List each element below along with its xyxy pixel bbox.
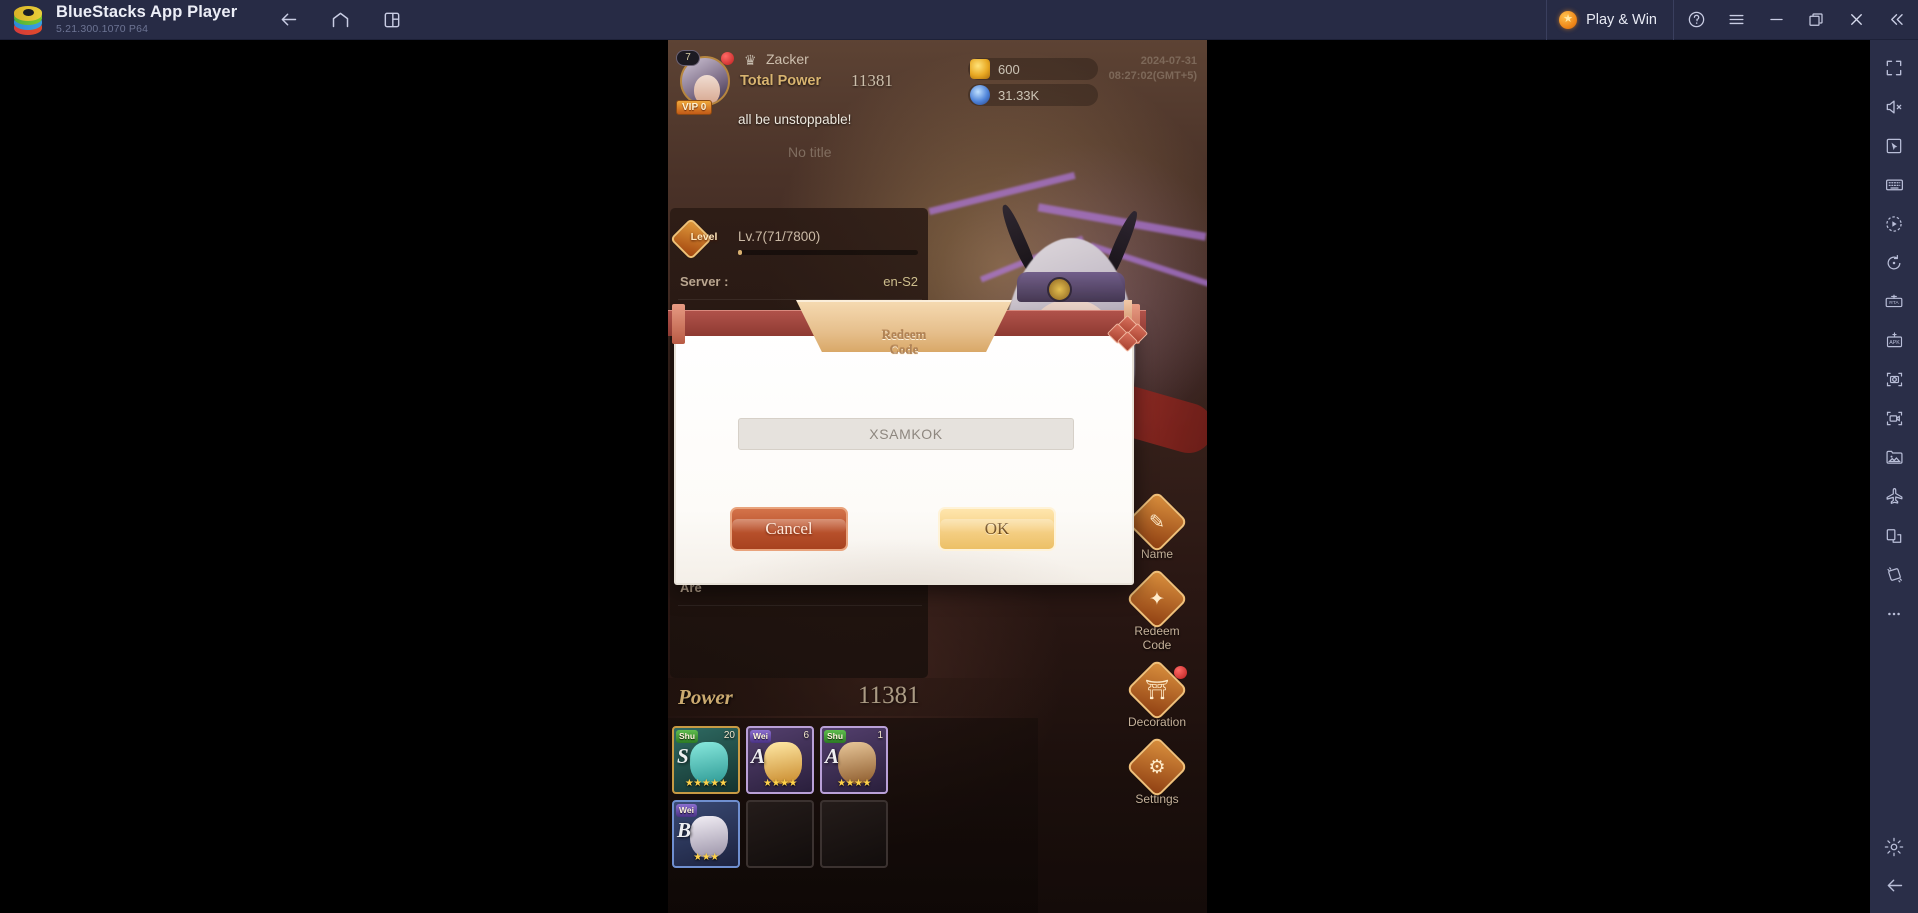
- minimize-icon: [1769, 18, 1783, 21]
- notification-dot: [1174, 666, 1187, 679]
- chevrons-left-icon: [1890, 14, 1903, 25]
- hero-stars: ★★★: [693, 852, 719, 863]
- sidebar-item-more-options[interactable]: [1874, 594, 1914, 633]
- restore-icon: [1809, 12, 1823, 26]
- arrow-left-icon: [281, 13, 296, 26]
- sidebar-item-screenshot[interactable]: [1874, 360, 1914, 399]
- cancel-button[interactable]: Cancel: [730, 507, 848, 551]
- hero-grade: A: [751, 744, 766, 768]
- hero-stars: ★★★★★: [684, 778, 728, 789]
- svg-text:RTA: RTA: [1889, 300, 1899, 306]
- bluestacks-window: BlueStacks App Player 5.21.300.1070 P64: [0, 0, 1918, 913]
- sidebar-item-install-apk[interactable]: APK: [1874, 321, 1914, 360]
- sidebar-item-back[interactable]: [1874, 866, 1914, 905]
- hero-level: 20: [723, 730, 735, 741]
- ok-button[interactable]: OK: [938, 507, 1056, 551]
- hamburger-icon: [1728, 14, 1744, 25]
- hero-level: 1: [877, 730, 883, 741]
- app-version: 5.21.300.1070 P64: [56, 22, 149, 35]
- svg-text:APK: APK: [1889, 340, 1900, 346]
- multi-window-icon: [1886, 528, 1902, 543]
- keyboard-icon: [1885, 179, 1903, 191]
- sidebar-item-macro-recorder[interactable]: [1874, 204, 1914, 243]
- level-badge-label: Level: [690, 231, 718, 243]
- sidebar-item-multi-instance[interactable]: [1874, 516, 1914, 555]
- title-bar: BlueStacks App Player 5.21.300.1070 P64: [0, 0, 1918, 40]
- hero-grade: B: [677, 818, 692, 842]
- maximize-button[interactable]: [1796, 0, 1836, 40]
- close-button[interactable]: [1836, 0, 1876, 40]
- apk-icon: APK: [1886, 332, 1902, 348]
- redeem-code-dialog: Redeem Code XSAMKOK Cancel OK: [668, 300, 1149, 585]
- macro-play-icon: [1886, 215, 1902, 232]
- fullscreen-icon: [1886, 60, 1902, 75]
- redeem-code-input[interactable]: XSAMKOK: [738, 418, 1074, 450]
- hero-grade: S: [677, 744, 689, 768]
- speaker-mute-icon: [1886, 100, 1902, 113]
- app-title-block: BlueStacks App Player 5.21.300.1070 P64: [56, 3, 238, 35]
- gem-star-icon: ★: [1559, 10, 1578, 29]
- sidebar-item-fullscreen[interactable]: [1874, 48, 1914, 87]
- play-and-win-label: Play & Win: [1586, 11, 1657, 28]
- nav-back-button[interactable]: [271, 4, 305, 36]
- camera-icon: [1886, 372, 1902, 387]
- bluestacks-logo-icon: [11, 3, 45, 37]
- gear-icon: [1884, 837, 1904, 856]
- hero-faction: Shu: [676, 730, 699, 743]
- sidebar-item-record-screen[interactable]: [1874, 399, 1914, 438]
- dialog-title: Redeem Code: [676, 327, 1132, 357]
- hero-stars: ★★★★: [837, 778, 871, 789]
- sidebar-item-mute[interactable]: [1874, 87, 1914, 126]
- hero-level: 6: [803, 730, 809, 741]
- hero-faction: Wei: [676, 804, 697, 817]
- minimize-button[interactable]: [1756, 0, 1796, 40]
- hero-faction: Wei: [750, 730, 771, 743]
- sidebar-item-game-controls[interactable]: [1874, 165, 1914, 204]
- question-circle-icon: [1688, 11, 1704, 28]
- multi-window-icon: [384, 12, 400, 27]
- sidebar-item-settings[interactable]: [1874, 827, 1914, 866]
- sidebar-item-media-manager[interactable]: [1874, 438, 1914, 477]
- airplane-icon: [1886, 488, 1902, 504]
- video-record-icon: [1886, 411, 1902, 426]
- cursor-icon: [1886, 138, 1902, 153]
- nav-recent-apps-button[interactable]: [375, 4, 409, 36]
- vip-badge: VIP 0: [676, 100, 713, 115]
- game-viewport[interactable]: 7 VIP 0 ♛ Zacker Total Power 11381 600 3…: [668, 40, 1207, 913]
- hero-grade: A: [825, 744, 840, 768]
- hero-stars: ★★★★: [763, 778, 797, 789]
- home-icon: [332, 12, 348, 28]
- dialog-title-line2: Code: [889, 342, 919, 357]
- play-and-win-button[interactable]: ★ Play & Win: [1546, 0, 1673, 40]
- dialog-title-line1: Redeem: [881, 327, 927, 342]
- window-right-controls: ★ Play & Win: [1546, 0, 1918, 40]
- android-nav-buttons: [271, 4, 409, 36]
- sidebar-item-eco-mode[interactable]: [1874, 477, 1914, 516]
- sidebar-item-cursor-control[interactable]: [1874, 126, 1914, 165]
- hero-faction: Shu: [824, 730, 847, 743]
- app-title: BlueStacks App Player: [56, 3, 238, 22]
- sidebar-item-real-time-translate[interactable]: RTA: [1874, 282, 1914, 321]
- rotate-icon: [1887, 254, 1901, 269]
- menu-button[interactable]: [1716, 0, 1756, 40]
- shake-icon: [1886, 567, 1902, 583]
- ellipsis-icon: [1888, 612, 1900, 615]
- arrow-left-icon: [1887, 879, 1902, 892]
- nav-home-button[interactable]: [323, 4, 357, 36]
- sidebar-item-rotate[interactable]: [1874, 243, 1914, 282]
- close-icon: [1850, 14, 1862, 25]
- help-button[interactable]: [1676, 0, 1716, 40]
- sidebar-item-shake[interactable]: [1874, 555, 1914, 594]
- media-gallery-icon: [1885, 450, 1903, 464]
- collapse-sidebar-button[interactable]: [1876, 0, 1916, 40]
- dialog-close-button[interactable]: [1106, 300, 1149, 354]
- avatar-notification-dot: [721, 52, 734, 65]
- bluestacks-sidebar: RTA APK: [1870, 40, 1918, 913]
- avatar-level-badge: 7: [676, 50, 700, 66]
- rta-icon: RTA: [1885, 294, 1903, 307]
